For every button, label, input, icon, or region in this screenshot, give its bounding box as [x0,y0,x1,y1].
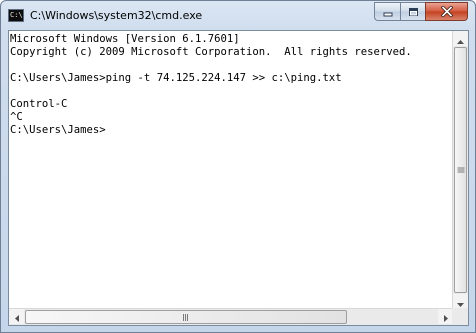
console-line: C:\Users\James>ping -t 74.125.224.147 >>… [10,72,342,84]
scrollbar-corner [452,308,468,325]
cmd-window: C:\ C:\Windows\system32\cmd.exe Microsof… [0,0,476,333]
console-line: Microsoft Windows [Version 6.1.7601] [10,33,240,45]
arrow-up-icon [457,29,464,48]
scroll-down-button[interactable] [453,294,468,309]
cmd-console-icon[interactable]: C:\ [8,9,24,22]
minimize-button[interactable] [374,2,400,21]
console-output[interactable]: Microsoft Windows [Version 6.1.7601] Cop… [9,31,453,309]
close-icon [440,2,453,21]
scroll-left-button[interactable] [9,309,24,324]
console-text: Microsoft Windows [Version 6.1.7601] Cop… [9,31,453,137]
title-bar[interactable]: C:\ C:\Windows\system32\cmd.exe [1,1,475,31]
thumb-grip [457,167,465,174]
console-line: Copyright (c) 2009 Microsoft Corporation… [10,46,412,58]
horizontal-scroll-thumb[interactable] [25,310,347,324]
arrow-left-icon [14,307,19,326]
minimize-icon [383,2,393,21]
scroll-up-button[interactable] [453,31,468,46]
console-line: C:\Users\James> [10,124,106,136]
scroll-right-button[interactable] [438,309,453,324]
maximize-button[interactable] [400,2,425,21]
vertical-scrollbar[interactable] [452,31,468,309]
console-client-area: Microsoft Windows [Version 6.1.7601] Cop… [8,30,469,326]
caption-buttons [374,2,468,21]
window-title: C:\Windows\system32\cmd.exe [30,9,203,22]
console-line: Control-C [10,98,68,110]
arrow-right-icon [443,307,448,326]
maximize-icon [408,2,419,21]
horizontal-scrollbar[interactable] [9,308,453,325]
thumb-grip [183,314,189,321]
close-button[interactable] [425,2,468,21]
console-line: ^C [10,111,23,123]
vertical-scroll-thumb[interactable] [454,47,467,293]
